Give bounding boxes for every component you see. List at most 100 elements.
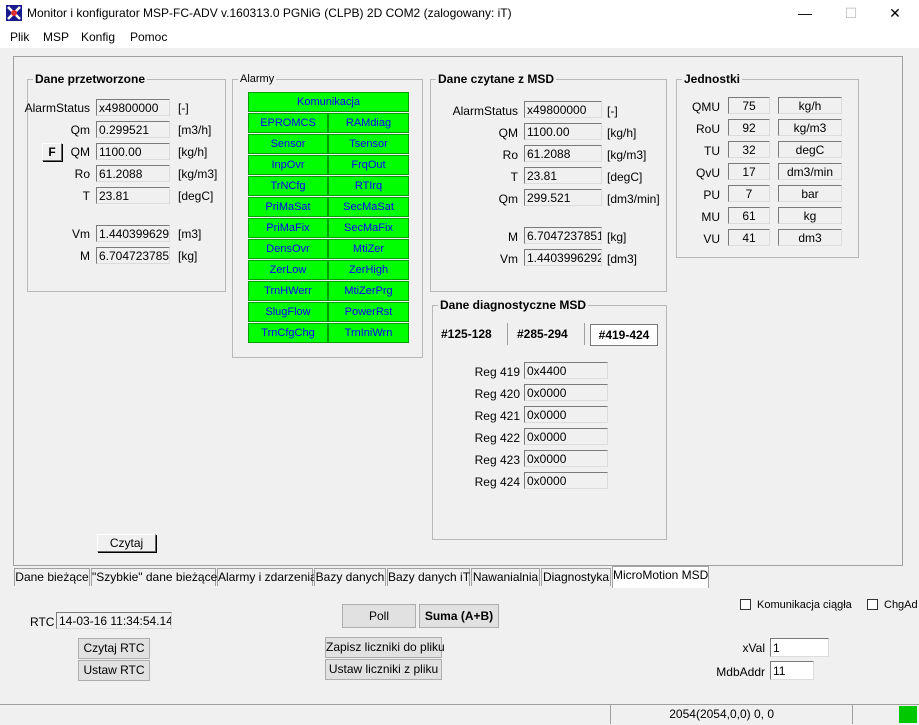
field-ro: 61.2088 [96, 165, 170, 182]
label-unit-rou: RoU [695, 122, 720, 136]
field-unit-pu-code: 7 [728, 185, 770, 202]
tab-bazy-danych-it[interactable]: Bazy danych iT [387, 568, 470, 586]
field-reg-423: 0x0000 [524, 450, 608, 467]
diag-tab-divider [507, 323, 508, 345]
mdbaddr-input[interactable]: 11 [770, 661, 814, 680]
unit-msd-alarmstatus: [-] [607, 104, 618, 118]
minimize-button[interactable]: — [782, 0, 828, 28]
label-t: T [82, 189, 90, 203]
alarm-cell: EPROMCS [248, 113, 328, 133]
diag-tab-285[interactable]: #285-294 [517, 327, 568, 341]
alarm-cell: ZerLow [248, 260, 328, 280]
field-msd-qm-mass: 1100.00 [524, 123, 602, 140]
label-reg-419: Reg 419 [474, 365, 520, 379]
field-reg-422: 0x0000 [524, 428, 608, 445]
field-msd-m: 6.70472378519 [524, 227, 602, 244]
rtc-field: 14-03-16 11:34:54.148 [56, 612, 172, 629]
alarm-cell: TrNCfg [248, 176, 328, 196]
label-msd-m: M [508, 230, 518, 244]
field-reg-420: 0x0000 [524, 384, 608, 401]
close-button[interactable]: ✕ [872, 0, 918, 28]
alarm-cell: SlugFlow [248, 302, 328, 322]
unit-msd-t: [degC] [607, 170, 643, 184]
label-msd-alarmstatus: AlarmStatus [452, 104, 518, 118]
tab-diagnostyka[interactable]: Diagnostyka [541, 568, 611, 586]
label-unit-qmu: QMU [692, 100, 720, 114]
label-msd-ro: Ro [502, 148, 518, 162]
diag-tab-125[interactable]: #125-128 [441, 327, 492, 341]
alarm-cell: TrnHWerr [248, 281, 328, 301]
chgad-label: ChgAd [884, 599, 918, 611]
field-unit-mu-code: 61 [728, 207, 770, 224]
maximize-button[interactable]: ☐ [828, 0, 874, 28]
alarm-grid: Komunikacja EPROMCS RAMdiag Sensor Tsens… [248, 92, 409, 344]
unit-qm: [m3/h] [178, 123, 212, 137]
tab-alarmy-zdarzenia[interactable]: Alarmy i zdarzenia [217, 568, 317, 586]
suma-button[interactable]: Suma (A+B) [419, 604, 499, 628]
unit-msd-qm: [dm3/min] [607, 192, 660, 206]
field-alarmstatus: x49800000 [96, 99, 170, 116]
close-icon: ✕ [889, 5, 901, 21]
menu-plik[interactable]: Plik [10, 30, 29, 44]
xval-input[interactable]: 1 [770, 638, 829, 657]
field-msd-alarmstatus: x49800000 [524, 101, 602, 118]
field-reg-424: 0x0000 [524, 472, 608, 489]
tab-bazy-danych[interactable]: Bazy danych [314, 568, 386, 586]
czytaj-rtc-button[interactable]: Czytaj RTC [78, 638, 150, 659]
mdbaddr-label: MdbAddr [716, 665, 765, 679]
unit-msd-m: [kg] [607, 230, 627, 244]
tab-nawanialnia[interactable]: Nawanialnia [471, 568, 540, 586]
alarm-cell: PowerRst [328, 302, 409, 322]
alarm-cell: TrnCfgChg [248, 323, 328, 343]
menu-pomoc[interactable]: Pomoc [130, 30, 167, 44]
ustaw-liczniki-button[interactable]: Ustaw liczniki z pliku [325, 659, 442, 680]
label-m: M [80, 249, 90, 263]
chgad-checkbox[interactable] [867, 599, 878, 610]
diag-tab-419[interactable]: #419-424 [590, 324, 658, 346]
label-qm-mass: QM [70, 145, 90, 159]
menu-konfig[interactable]: Konfig [81, 30, 115, 44]
komunikacja-ciagla-checkbox[interactable] [740, 599, 751, 610]
unit-m: [kg] [178, 249, 198, 263]
tab-szybkie-dane[interactable]: "Szybkie" dane bieżące [91, 568, 217, 586]
alarm-komunikacja: Komunikacja [248, 92, 409, 112]
status-divider [852, 705, 853, 724]
label-reg-420: Reg 420 [474, 387, 520, 401]
alarm-cell: RTIrq [328, 176, 409, 196]
status-divider [610, 705, 611, 724]
field-msd-qm: 299.521 [524, 189, 602, 206]
label-reg-424: Reg 424 [474, 475, 520, 489]
alarm-cell: RAMdiag [328, 113, 409, 133]
field-unit-vu-code: 41 [728, 229, 770, 246]
field-msd-t: 23.81 [524, 167, 602, 184]
minimize-icon: — [798, 5, 812, 21]
czytaj-button[interactable]: Czytaj [97, 534, 156, 552]
field-msd-vm: 1.44039962929 [524, 249, 602, 266]
field-msd-ro: 61.2088 [524, 145, 602, 162]
alarm-cell: ZerHigh [328, 260, 409, 280]
label-unit-tu: TU [704, 144, 720, 158]
rtc-label: RTC [30, 615, 55, 629]
label-msd-t: T [510, 170, 518, 184]
diag-tab-divider [584, 323, 585, 345]
xval-label: xVal [742, 641, 765, 655]
group-title-diag: Dane diagnostyczne MSD [438, 298, 589, 312]
group-title-dane-przetworzone: Dane przetworzone [33, 72, 148, 86]
alarm-cell: MtiZer [328, 239, 409, 259]
tab-micromotion-msd[interactable]: MicroMotion MSD [612, 566, 709, 588]
poll-button[interactable]: Poll [342, 604, 416, 628]
menu-msp[interactable]: MSP [43, 30, 69, 44]
field-m: 6.70472378519 [96, 247, 170, 264]
zapisz-liczniki-button[interactable]: Zapisz liczniki do pliku [325, 637, 445, 658]
field-qm: 0.299521 [96, 121, 170, 138]
alarm-cell: TrnIniWrn [328, 323, 409, 343]
tab-dane-biezace[interactable]: Dane bieżące [14, 568, 90, 586]
status-text: 2054(2054,0,0) 0, 0 [669, 707, 774, 721]
ustaw-rtc-button[interactable]: Ustaw RTC [78, 660, 150, 681]
field-unit-qvu-name: dm3/min [778, 163, 842, 180]
maximize-icon: ☐ [844, 5, 858, 21]
unit-ro: [kg/m3] [178, 167, 218, 181]
alarm-cell: DensOvr [248, 239, 328, 259]
unit-alarmstatus: [-] [178, 101, 189, 115]
field-vm: 1.44039962929 [96, 225, 170, 242]
